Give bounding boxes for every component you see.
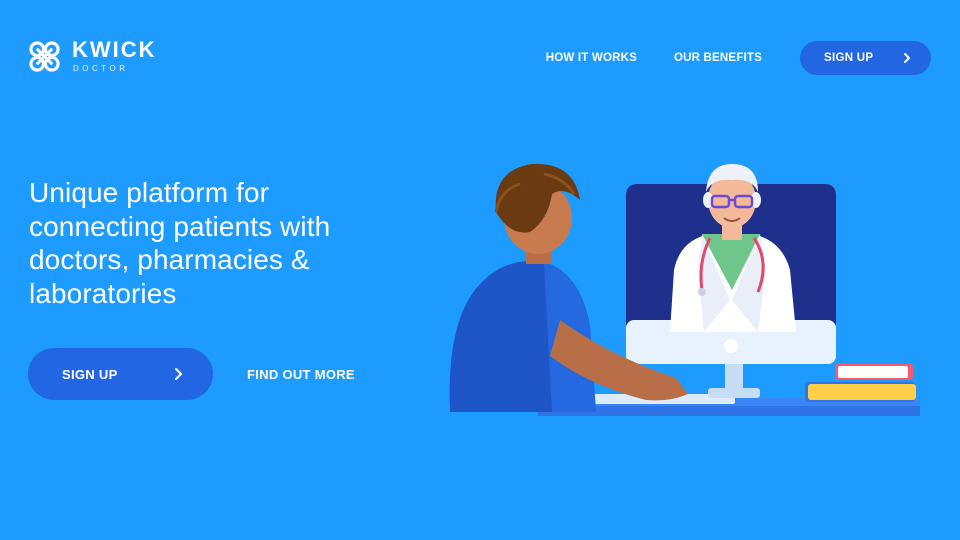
header-signup-label: SIGN UP [824, 52, 874, 64]
logo-mark-icon [29, 40, 60, 72]
brand-name: KWICK [72, 37, 157, 62]
books-shape [805, 364, 916, 402]
headline-line: doctors, pharmacies & [29, 244, 310, 275]
hero-signup-button[interactable]: SIGN UP [28, 348, 213, 400]
chevron-right-icon [175, 368, 182, 380]
find-out-more-link[interactable]: FIND OUT MORE [247, 367, 355, 382]
top-navigation: HOW IT WORKS OUR BENEFITS SIGN UP [546, 41, 931, 75]
headline-line: connecting patients with [29, 210, 331, 242]
headline-line: laboratories [29, 277, 177, 309]
telemedicine-illustration [449, 163, 920, 416]
header-signup-button[interactable]: SIGN UP [800, 41, 931, 75]
chevron-right-icon [904, 53, 910, 63]
brand-tagline: DOCTOR [73, 64, 129, 73]
brand-logo[interactable]: KWICK DOCTOR [28, 39, 157, 73]
hero-headline: Unique platform for connecting patients … [29, 176, 429, 310]
nav-how-it-works[interactable]: HOW IT WORKS [546, 52, 637, 64]
nav-our-benefits[interactable]: OUR BENEFITS [674, 52, 762, 64]
headline-line: Unique platform for [29, 177, 270, 208]
hero-signup-label: SIGN UP [62, 366, 118, 382]
